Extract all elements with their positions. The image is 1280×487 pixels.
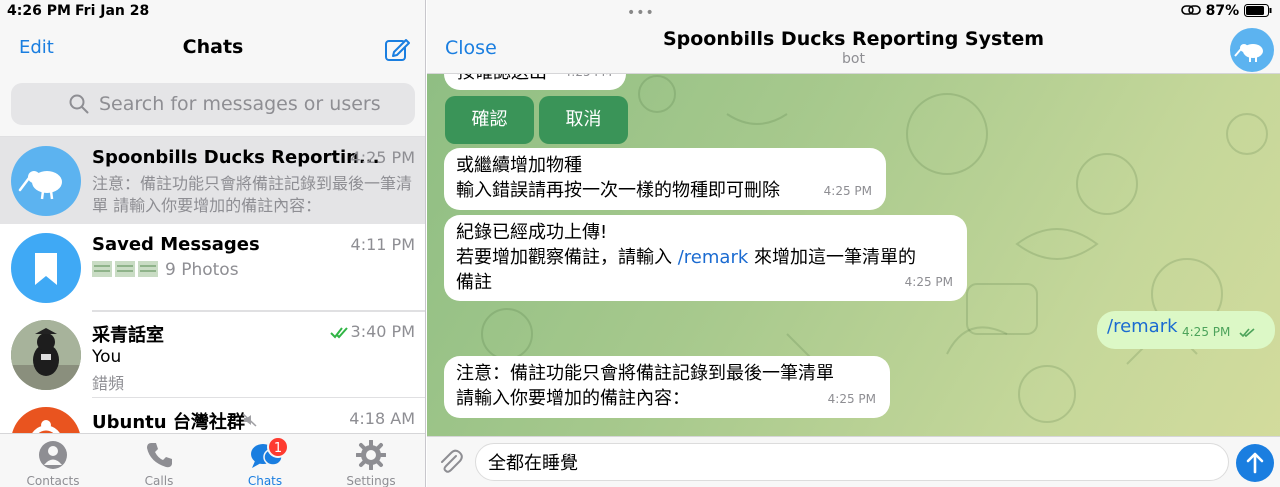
paperclip-icon[interactable] [437,448,465,476]
dog-photo-icon [11,320,81,390]
message-text: 請輸入你要增加的備註內容： [456,388,690,409]
tab-chats[interactable]: Chats [212,434,318,487]
conversation-pane: ••• Close Spoonbills Ducks Reporting Sys… [427,0,1280,487]
chat-row-saved-messages[interactable]: Saved Messages 4:11 PM 9 Photos [0,224,425,311]
chat-name: Saved Messages [92,234,260,255]
conversation-header: ••• Close Spoonbills Ducks Reporting Sys… [427,0,1280,74]
chat-name: 采青話室 [92,325,164,346]
avatar [11,320,81,390]
chat-sender: You [92,347,122,367]
message-input[interactable] [475,443,1229,481]
tab-bar: Contacts Calls Chats Settings [0,433,425,487]
tab-settings[interactable]: Settings [318,434,424,487]
tab-contacts[interactable]: Contacts [0,434,106,487]
search-input[interactable] [99,89,399,119]
kiwi-bird-icon [18,171,62,200]
chat-name: Ubuntu 台灣社群 [92,412,245,433]
arrow-up-icon [1246,452,1264,474]
message-text: 紀錄已經成功上傳! [456,222,608,243]
message-text: 輸入錯誤請再按一次一樣的物種即可刪除 [456,180,780,201]
chat-preview: 錯頻 [92,374,125,393]
message-text: /remark [1107,316,1178,337]
message-text-part: 若要增加觀察備註，請輸入 [456,247,678,268]
send-button[interactable] [1236,444,1274,482]
conversation-subtitle: bot [842,51,865,67]
page-title: Chats [182,36,244,58]
chat-list-header: 4:26 PM Fri Jan 28 Edit Chats [0,0,425,137]
tab-calls[interactable]: Calls [106,434,212,487]
avatar [11,233,81,303]
message-bubble: 或繼續增加物種 輸入錯誤請再按一次一樣的物種即可刪除 4:25 PM [444,148,886,210]
message-composer [427,436,1280,487]
chat-time: 4:25 PM [350,148,415,167]
bookmark-icon [35,253,57,285]
avatar [11,146,81,216]
tab-label: Contacts [26,474,80,487]
message-text: 注意：備註功能只會將備註記錄到最後一筆清單 [456,363,834,384]
read-checkmarks-icon [330,327,348,339]
divider [0,136,425,137]
battery-percent: 87% [1205,3,1240,19]
person-icon [39,441,67,469]
chat-preview: 9 Photos [165,260,239,280]
divider [92,311,425,312]
status-battery: 87% [1180,3,1272,19]
chat-row-group[interactable]: 采青話室 3:40 PM You 錯頻 [0,311,425,398]
multitasking-dots[interactable]: ••• [627,5,655,21]
phone-icon [147,443,172,468]
cancel-button[interactable]: 取消 [539,96,628,144]
message-time: 4:25 PM [827,392,876,406]
message-time: 4:25 PM [1182,325,1231,339]
photo-thumbnails-icon [92,261,158,277]
message-text: 若要增加觀察備註，請輸入 /remark 來增加這一筆清單的 [456,245,916,270]
confirm-button[interactable]: 確認 [445,96,534,144]
message-text-part: 來增加這一筆清單的 [748,247,917,268]
kiwi-bird-icon [1234,44,1263,62]
message-text: 或繼續增加物種 [456,155,582,176]
tab-label: Chats [247,474,283,487]
tab-label: Settings [346,474,396,487]
status-date: Fri Jan 28 [75,3,150,19]
link-icon [1180,5,1201,15]
chat-time: 4:11 PM [350,235,415,254]
remark-command-link[interactable]: /remark [678,247,749,268]
gear-icon [356,440,386,470]
tab-label: Calls [144,474,174,487]
chat-time: 4:18 AM [349,409,415,428]
message-bubble: 注意：備註功能只會將備註記錄到最後一筆清單 請輸入你要增加的備註內容： 4:25… [444,356,890,418]
status-time: 4:26 PM [7,3,71,19]
search-icon [69,94,89,114]
message-text: 備註 [456,272,492,293]
chat-row-spoonbills-bot[interactable]: Spoonbills Ducks Reportin... 4:25 PM 注意：… [0,137,425,224]
unread-badge: 1 [267,436,289,458]
chat-list-pane: 4:26 PM Fri Jan 28 Edit Chats Sp [0,0,426,487]
chat-name: Spoonbills Ducks Reportin... [92,147,380,168]
message-bubble: 紀錄已經成功上傳! 若要增加觀察備註，請輸入 /remark 來增加這一筆清單的… [444,215,967,301]
conversation-title: Spoonbills Ducks Reporting System [662,28,1045,50]
message-time: 4:25 PM [904,275,953,289]
outgoing-message-bubble: /remark 4:25 PM [1097,311,1275,349]
read-checkmarks-icon [1239,328,1255,338]
muted-speaker-icon [242,413,257,427]
chat-preview: 注意：備註功能只會將備註記錄到最後一筆清單 請輸入你要增加的備註內容： [92,174,413,215]
search-bar[interactable] [11,83,415,125]
message-time: 4:25 PM [823,184,872,198]
compose-icon[interactable] [384,36,410,62]
battery-icon [1244,4,1272,17]
chat-time: 3:40 PM [350,322,415,341]
bot-avatar[interactable] [1230,28,1274,72]
